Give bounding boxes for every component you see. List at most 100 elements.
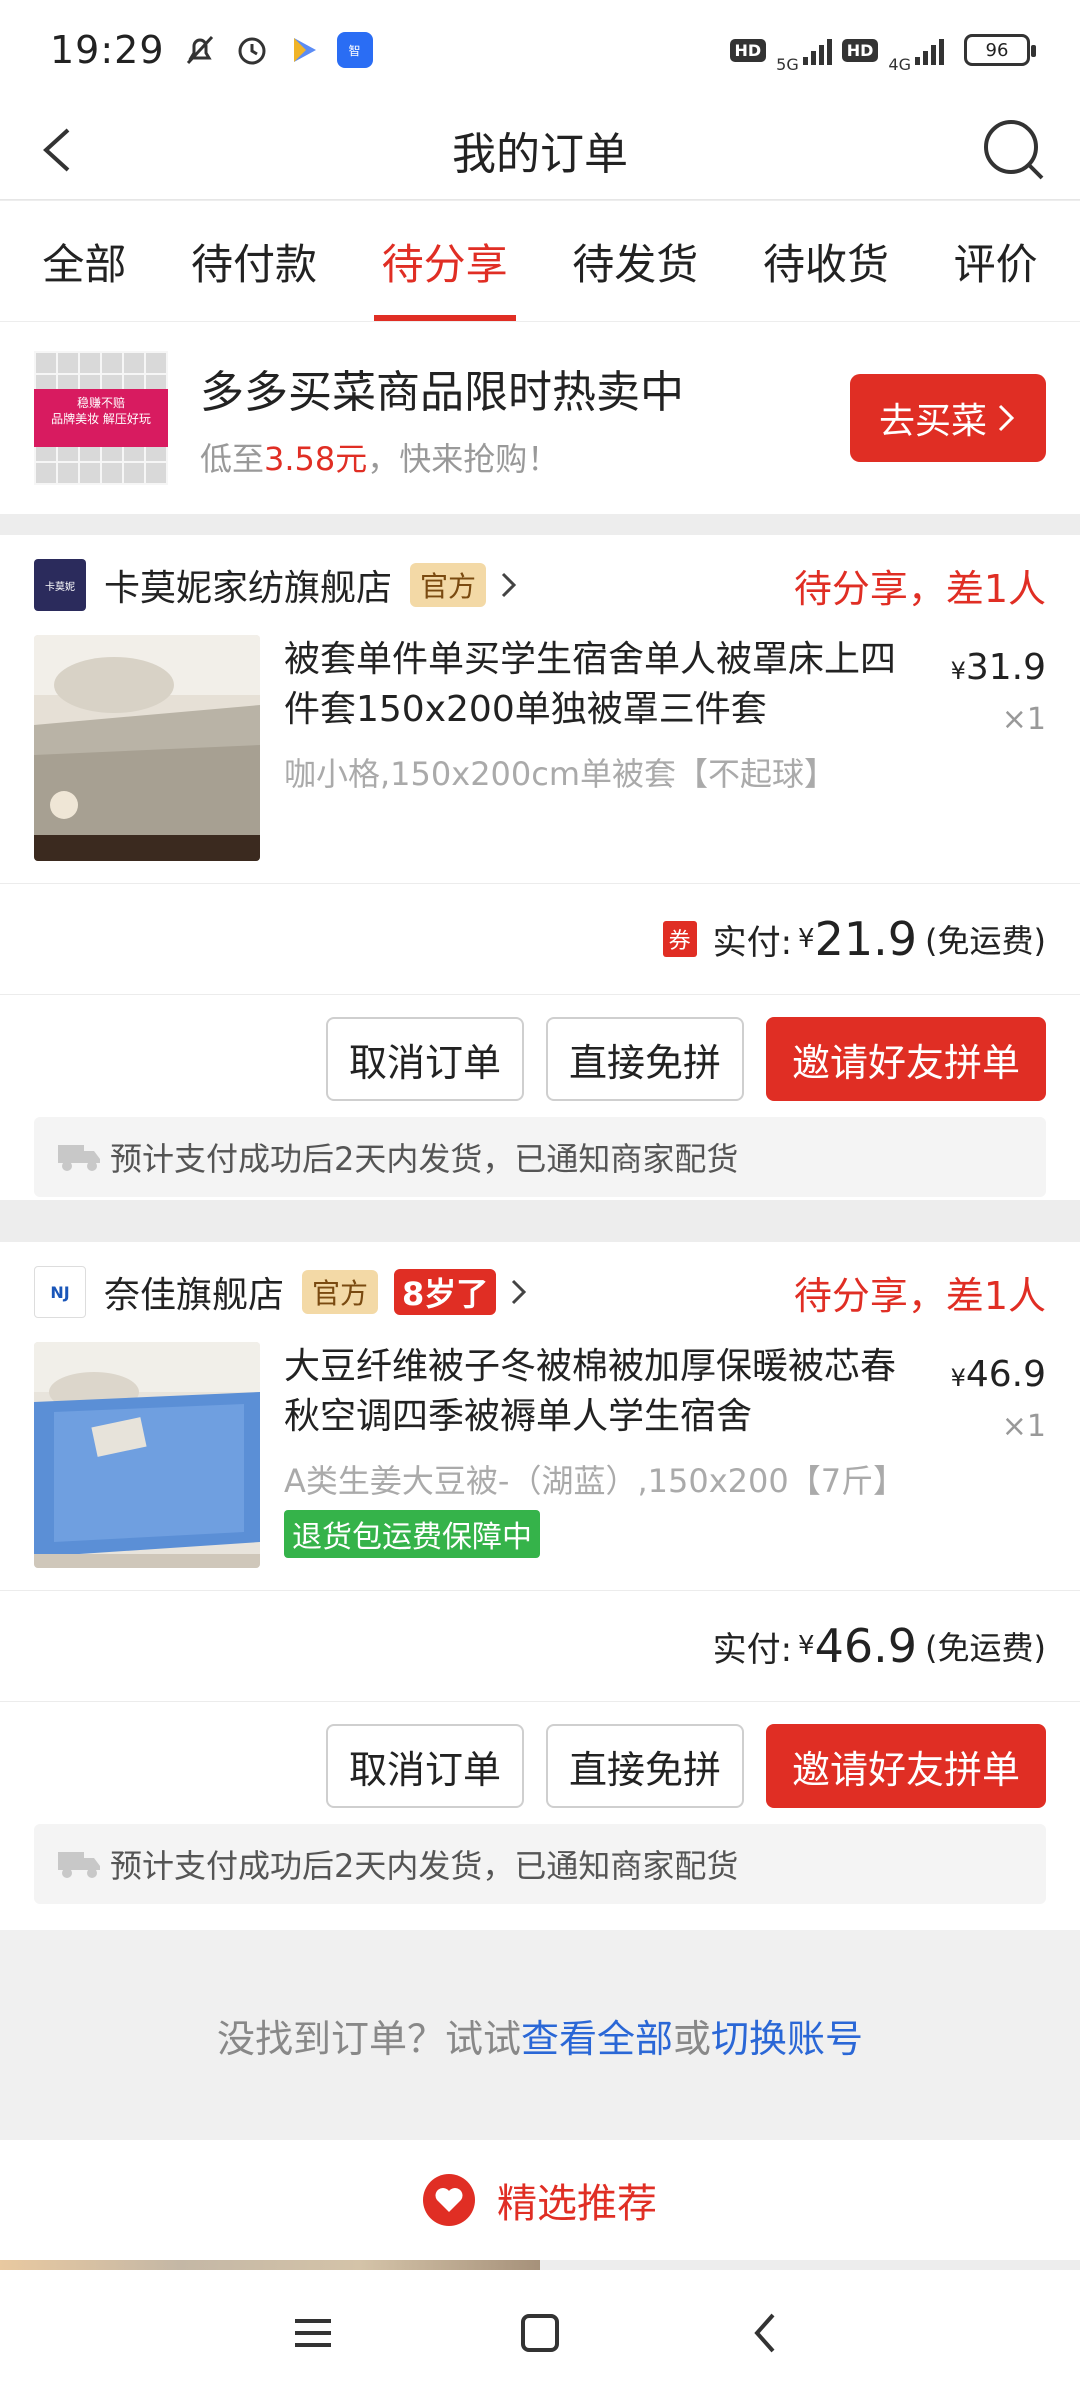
- signal-icon: [915, 35, 944, 65]
- battery-level: 96: [985, 39, 1009, 61]
- recommend-label: 精选推荐: [497, 2181, 657, 2227]
- go-buy-vegetables-button[interactable]: 去买菜: [850, 374, 1046, 462]
- official-badge: 官方: [302, 1270, 379, 1314]
- shipping-estimate: 预计支付成功后2天内发货，已通知商家配货: [34, 1117, 1046, 1197]
- back-arrow-icon: [753, 2313, 775, 2353]
- official-badge: 官方: [410, 563, 487, 607]
- shop-header[interactable]: 卡莫妮 卡莫妮家纺旗舰店 官方 待分享，差1人: [0, 535, 1080, 635]
- tip-text: 或: [673, 2016, 712, 2061]
- payment-label: 实付:: [712, 922, 793, 963]
- order-actions: 取消订单 直接免拼 邀请好友拼单: [0, 1702, 1080, 1808]
- payment-amount: 46.9: [814, 1619, 918, 1673]
- goods-item[interactable]: 被套单件单买学生宿舍单人被罩床上四件套150x200单独被罩三件套 咖小格,15…: [0, 635, 1080, 861]
- promo-image-text: 稳赚不赔: [76, 396, 125, 410]
- search-button[interactable]: [978, 114, 1050, 186]
- status-bar: 19:29 智 HD 5G HD 4G 96: [0, 0, 1080, 100]
- tab-review[interactable]: 评价: [946, 201, 1046, 321]
- heart-icon: [423, 2174, 475, 2226]
- order-card: 卡莫妮 卡莫妮家纺旗舰店 官方 待分享，差1人 被套单件单买学生宿舍单人被罩床上…: [0, 535, 1080, 1200]
- cancel-order-button[interactable]: 取消订单: [326, 1724, 524, 1808]
- shop-age-badge: 8岁了: [394, 1269, 497, 1315]
- currency-symbol: ¥: [798, 924, 815, 954]
- promo-image-text: 品牌美妆 解压好玩: [51, 412, 151, 426]
- invite-friends-button[interactable]: 邀请好友拼单: [766, 1724, 1046, 1808]
- clock: 19:29: [50, 28, 165, 72]
- direct-free-group-button[interactable]: 直接免拼: [546, 1017, 744, 1101]
- goods-item[interactable]: 大豆纤维被子冬被棉被加厚保暖被芯春秋空调四季被褥单人学生宿舍 A类生姜大豆被-（…: [0, 1342, 1080, 1568]
- invite-friends-button[interactable]: 邀请好友拼单: [766, 1017, 1046, 1101]
- chevron-right-icon: [512, 1279, 527, 1305]
- system-nav-bar: [0, 2270, 1080, 2400]
- order-status: 待分享，差1人: [793, 1273, 1046, 1318]
- app-header: 我的订单: [0, 100, 1080, 200]
- order-actions: 取消订单 直接免拼 邀请好友拼单: [0, 995, 1080, 1101]
- signal-icon: [802, 35, 832, 65]
- tab-pending-shipment[interactable]: 待发货: [564, 201, 706, 321]
- promo-subtitle: 低至3.58元，快来抢购！: [200, 440, 560, 478]
- payment-row: 券 实付: ¥ 21.9 (免运费): [0, 884, 1080, 994]
- promo-banner[interactable]: 稳赚不赔 品牌美妆 解压好玩 多多买菜商品限时热卖中 低至3.58元，快来抢购！ …: [0, 322, 1080, 514]
- play-app-icon: [285, 31, 323, 69]
- recommend-header: 精选推荐: [0, 2140, 1080, 2260]
- battery-icon: 96: [964, 34, 1036, 66]
- shop-logo: NJ: [34, 1266, 86, 1318]
- product-image: [34, 635, 260, 861]
- shop-name: 卡莫妮家纺旗舰店: [104, 568, 393, 609]
- shipping-estimate-text: 预计支付成功后2天内发货，已通知商家配货: [110, 1140, 739, 1178]
- payment-label: 实付:: [712, 1629, 793, 1670]
- promo-button-label: 去买菜: [878, 401, 987, 442]
- recommend-item-preview: [0, 2260, 540, 2270]
- menu-button[interactable]: [289, 2309, 337, 2361]
- direct-free-group-button[interactable]: 直接免拼: [546, 1724, 744, 1808]
- chevron-right-icon: [998, 404, 1015, 432]
- truck-icon: [58, 1145, 100, 1171]
- tip-text: 没找到订单？试试: [216, 2016, 521, 2061]
- tab-pending-payment[interactable]: 待付款: [183, 201, 325, 321]
- product-image: [34, 1342, 260, 1568]
- shipping-estimate-text: 预计支付成功后2天内发货，已通知商家配货: [110, 1847, 739, 1885]
- promo-image: 稳赚不赔品牌美妆 解压好玩: [34, 351, 168, 485]
- shipping-note: (免运费): [925, 922, 1046, 960]
- promo-price: 3.58元: [264, 440, 368, 478]
- shop-header[interactable]: NJ 奈佳旗舰店 官方 8岁了 待分享，差1人: [0, 1242, 1080, 1342]
- page-title: 我的订单: [452, 128, 628, 180]
- order-card: NJ 奈佳旗舰店 官方 8岁了 待分享，差1人 大豆纤维被子冬被棉被加厚保暖被芯…: [0, 1242, 1080, 1930]
- order-status: 待分享，差1人: [793, 566, 1046, 611]
- product-title: 被套单件单买学生宿舍单人被罩床上四件套150x200单独被罩三件套: [284, 639, 897, 730]
- product-quantity: ×1: [1001, 1409, 1046, 1444]
- tab-pending-receipt[interactable]: 待收货: [755, 201, 897, 321]
- cancel-order-button[interactable]: 取消订单: [326, 1017, 524, 1101]
- coupon-badge: 券: [662, 921, 697, 957]
- truck-icon: [58, 1852, 100, 1878]
- system-back-button[interactable]: [743, 2309, 791, 2361]
- tab-all[interactable]: 全部: [34, 201, 134, 321]
- shop-logo: 卡莫妮: [34, 559, 86, 611]
- no-order-tip: 没找到订单？试试 查看全部 或 切换账号: [0, 1930, 1080, 2140]
- network-type: 4G: [888, 54, 911, 74]
- return-shipping-tag: 退货包运费保障中: [284, 1510, 540, 1558]
- product-spec: A类生姜大豆被-（湖蓝）,150x200【7斤】: [284, 1462, 906, 1500]
- shipping-note: (免运费): [925, 1629, 1046, 1667]
- tab-pending-share[interactable]: 待分享: [373, 201, 516, 321]
- chevron-left-icon: [43, 128, 70, 172]
- product-spec: 咖小格,150x200cm单被套【不起球】: [284, 755, 837, 793]
- network-type: 5G: [776, 54, 799, 74]
- app-notification-icon: 智: [336, 32, 373, 68]
- promo-title: 多多买菜商品限时热卖中: [200, 367, 684, 418]
- view-all-link[interactable]: 查看全部: [521, 2008, 673, 2063]
- product-title: 大豆纤维被子冬被棉被加厚保暖被芯春秋空调四季被褥单人学生宿舍: [284, 1346, 897, 1437]
- bell-muted-icon: [181, 31, 219, 69]
- switch-account-link[interactable]: 切换账号: [711, 2008, 863, 2063]
- shipping-estimate: 预计支付成功后2天内发货，已通知商家配货: [34, 1824, 1046, 1904]
- product-quantity: ×1: [1001, 702, 1046, 737]
- search-icon: [984, 120, 1044, 180]
- home-button[interactable]: [516, 2309, 564, 2361]
- product-price: ¥31.9: [950, 647, 1046, 688]
- menu-icon: [295, 2319, 332, 2347]
- hd-icon: HD: [729, 38, 767, 62]
- payment-amount: 21.9: [814, 912, 918, 966]
- chevron-right-icon: [501, 572, 517, 598]
- back-button[interactable]: [30, 120, 90, 180]
- currency-symbol: ¥: [798, 1631, 815, 1661]
- product-price: ¥46.9: [950, 1354, 1046, 1395]
